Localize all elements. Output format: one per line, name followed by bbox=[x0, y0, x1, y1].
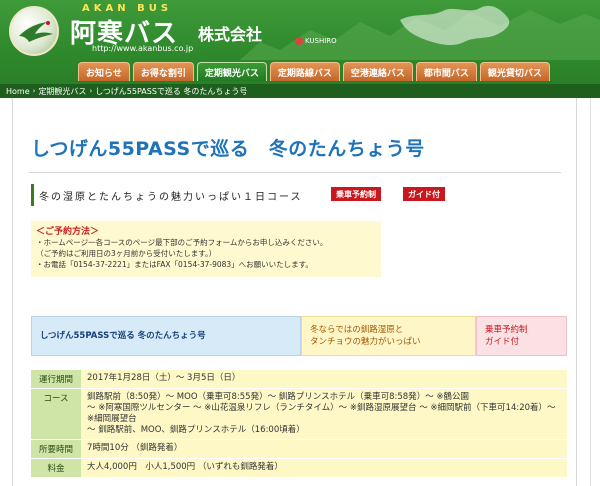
site-header: AKAN BUS 阿寒バス 株式会社 http://www.akanbus.co… bbox=[0, 0, 600, 84]
nav-tab-airport-bus[interactable]: 空港連絡バス bbox=[342, 62, 413, 81]
breadcrumb: Home › 定期観光バス › しつげん55PASSで巡る 冬のたんちょう号 bbox=[0, 84, 600, 98]
row-value-line: 7時間10分 （釧路発着） bbox=[87, 443, 183, 453]
notice-line: ・お電話「0154-37-2221」またはFAX「0154-37-9083」へお… bbox=[36, 260, 313, 269]
company-logo[interactable] bbox=[9, 6, 59, 56]
course-subtitle-text: 冬の湿原とたんちょうの魅力いっぱい１日コース bbox=[39, 191, 303, 203]
reservation-notice: ＜ご予約方法＞ ・ホームページ一各コースのページ最下部のご予約フォームからお申し… bbox=[31, 221, 381, 277]
badge-guide: ガイド付 bbox=[403, 187, 445, 201]
notice-heading: ＜ご予約方法＞ bbox=[36, 227, 100, 237]
table-row: 所要時間 7時間10分 （釧路発着） bbox=[31, 440, 567, 459]
nav-tab-charter-bus[interactable]: 観光貸切バス bbox=[479, 62, 550, 81]
table-row: 料金 大人4,000円 小人1,500円 （いずれも釧路発着） bbox=[31, 459, 567, 478]
row-value: 釧路駅前（8:50発）～ MOO（乗車可8:55発）～ 釧路プリンスホテル（乗車… bbox=[81, 389, 567, 439]
row-value-line: 釧路駅前（8:50発）～ MOO（乗車可8:55発）～ 釧路プリンスホテル（乗車… bbox=[87, 392, 470, 402]
page-title: しつげん55PASSで巡る 冬のたんちょう号 bbox=[31, 138, 425, 160]
table-row: コース 釧路駅前（8:50発）～ MOO（乗車可8:55発）～ 釧路プリンスホテ… bbox=[31, 389, 567, 440]
breadcrumb-sightseeing[interactable]: 定期観光バス bbox=[38, 86, 86, 97]
breadcrumb-current: しつげん55PASSで巡る 冬のたんちょう号 bbox=[95, 86, 248, 96]
summary-features: 乗車予約制 ガイド付 bbox=[476, 316, 567, 356]
row-label: 料金 bbox=[31, 459, 81, 477]
breadcrumb-separator-icon: › bbox=[32, 87, 36, 95]
location-pin-icon bbox=[295, 37, 303, 45]
row-label: 運行期間 bbox=[31, 370, 81, 388]
site-url[interactable]: http://www.akanbus.co.jp bbox=[92, 44, 193, 53]
title-divider bbox=[29, 172, 561, 173]
nav-tab-discounts[interactable]: お得な割引 bbox=[132, 62, 194, 81]
breadcrumb-home[interactable]: Home bbox=[6, 87, 30, 96]
crane-logo-icon bbox=[19, 21, 53, 42]
course-summary: しつげん55PASSで巡る 冬のたんちょう号 冬ならではの釧路湿原と タンチョウ… bbox=[31, 316, 567, 356]
table-row: 運行期間 2017年1月28日（土）～ 3月5日（日） bbox=[31, 370, 567, 389]
feature-line: 乗車予約制 bbox=[485, 325, 528, 335]
map-location-label: KUSHIRO bbox=[305, 37, 337, 45]
page-scroll-edge bbox=[590, 98, 600, 486]
row-value-line: ～ ※阿寒国際ツルセンター ～ ※山花温泉リフレ（ランチタイム）～ ※釧路湿原展… bbox=[87, 403, 556, 424]
hokkaido-map-graphic bbox=[240, 5, 600, 60]
badge-reservation: 乗車予約制 bbox=[331, 187, 381, 201]
summary-catchphrase: 冬ならではの釧路湿原と タンチョウの魅力がいっぱい bbox=[301, 316, 476, 356]
notice-line: （ご予約はご利用日の3ヶ月前から受付いたします。） bbox=[36, 249, 217, 258]
row-value-line: 大人4,000円 小人1,500円 （いずれも釧路発着） bbox=[87, 462, 283, 472]
row-value: 7時間10分 （釧路発着） bbox=[81, 440, 567, 458]
nav-tab-news[interactable]: お知らせ bbox=[78, 62, 130, 81]
course-subtitle: 冬の湿原とたんちょうの魅力いっぱい１日コース bbox=[31, 184, 376, 206]
row-value: 大人4,000円 小人1,500円 （いずれも釧路発着） bbox=[81, 459, 567, 477]
course-details-table: 運行期間 2017年1月28日（土）～ 3月5日（日） コース 釧路駅前（8:5… bbox=[31, 370, 567, 478]
summary-course-name: しつげん55PASSで巡る 冬のたんちょう号 bbox=[31, 316, 301, 356]
brand-suffix: 株式会社 bbox=[198, 25, 263, 44]
row-value-line: 2017年1月28日（土）～ 3月5日（日） bbox=[87, 373, 241, 383]
catchphrase-line: タンチョウの魅力がいっぱい bbox=[310, 337, 421, 347]
row-value-line: ～ 釧路駅前、MOO、釧路プリンスホテル（16:00頃着） bbox=[87, 425, 305, 435]
main-content: しつげん55PASSで巡る 冬のたんちょう号 冬の湿原とたんちょうの魅力いっぱい… bbox=[12, 98, 577, 486]
feature-line: ガイド付 bbox=[485, 337, 520, 347]
row-label: コース bbox=[31, 389, 81, 439]
nav-tab-intercity-bus[interactable]: 都市間バス bbox=[415, 62, 477, 81]
notice-line: ・ホームページ一各コースのページ最下部のご予約フォームからお申し込みください。 bbox=[36, 238, 328, 247]
row-label: 所要時間 bbox=[31, 440, 81, 458]
catchphrase-line: 冬ならではの釧路湿原と bbox=[310, 325, 404, 335]
breadcrumb-separator-icon: › bbox=[89, 87, 93, 95]
row-value: 2017年1月28日（土）～ 3月5日（日） bbox=[81, 370, 567, 388]
main-nav: お知らせ お得な割引 定期観光バス 定期路線バス 空港連絡バス 都市間バス 観光… bbox=[78, 62, 550, 81]
nav-tab-sightseeing-bus[interactable]: 定期観光バス bbox=[196, 62, 267, 81]
nav-tab-route-bus[interactable]: 定期路線バス bbox=[269, 62, 340, 81]
